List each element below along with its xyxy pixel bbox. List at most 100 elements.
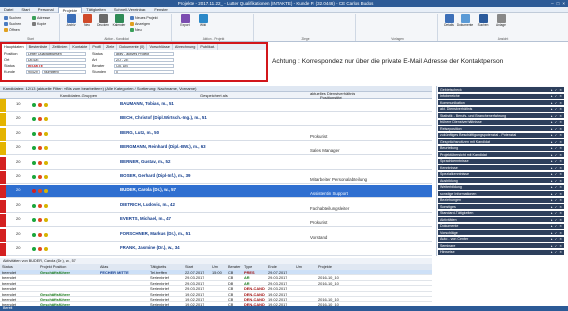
table-row[interactable]: 20 FORSCHNER, Markus (Dr.), m., 51 Vorstan… — [0, 228, 432, 242]
expand-icon[interactable]: ▸ — [551, 179, 553, 183]
check-icon[interactable]: ✓ — [555, 179, 558, 183]
check-icon[interactable]: ✓ — [555, 107, 558, 111]
check-icon[interactable]: ✓ — [555, 211, 558, 215]
expand-icon[interactable]: ▸ — [551, 159, 553, 163]
table-row[interactable]: 20 BERG, Lutz, m., 50 Prokurist — [0, 127, 432, 141]
table-row[interactable]: 20 BERGMANN, Reinhard (Dipl.-BW.), m., 63… — [0, 142, 432, 156]
expand-icon[interactable]: ▸ — [551, 244, 553, 248]
close-icon[interactable]: ✕ — [559, 218, 562, 222]
close-icon[interactable]: ✕ — [559, 205, 562, 209]
close-icon[interactable]: ✕ — [559, 114, 562, 118]
check-icon[interactable]: ✓ — [555, 237, 558, 241]
tab-2[interactable]: Zeitlinien — [50, 44, 71, 50]
side-item[interactable]: Beziehungen ▸ ✓ ✕ — [438, 197, 564, 204]
ribbon-show-button[interactable]: Anzeigen — [130, 21, 150, 26]
side-item[interactable]: Seminare ▸ ✓ ✕ — [438, 243, 564, 250]
maximize-icon[interactable]: □ — [557, 1, 560, 6]
tab-1[interactable]: Bestenliste — [27, 44, 51, 50]
close-icon[interactable]: ✕ — [559, 120, 562, 124]
ribbon-calendar-button[interactable]: Kalender — [112, 14, 126, 34]
check-icon[interactable]: ✓ — [555, 94, 558, 98]
close-icon[interactable]: ✕ — [559, 88, 562, 92]
expand-icon[interactable]: ▸ — [551, 250, 553, 254]
tab-8[interactable]: Abrechnung — [173, 44, 199, 50]
check-icon[interactable]: ✓ — [555, 192, 558, 196]
side-item[interactable]: frühere Dienstverhältnisse ▸ ✓ ✕ — [438, 119, 564, 126]
ribbon-search-big-button[interactable]: Suchen — [476, 14, 490, 34]
side-item[interactable]: Ausbildung ▸ ✓ ✕ — [438, 178, 564, 185]
ribbon-newproject-button[interactable]: Neues Projekt — [130, 15, 158, 20]
candidate-name[interactable]: BERGMANN, Reinhard (Dipl.-BW.), m., 63 — [120, 144, 206, 149]
ribbon-print-button[interactable]: Drucken — [96, 14, 110, 34]
close-icon[interactable]: ✕ — [559, 94, 562, 98]
close-icon[interactable]: × — [562, 1, 565, 6]
table-row[interactable]: 20 DIETRICH, Ludovic, m., 42 Fachabteilung… — [0, 199, 432, 213]
menu-item-projekte[interactable]: Projekte — [57, 6, 83, 13]
status-field[interactable]: INTAKTE — [26, 64, 86, 68]
expand-icon[interactable]: ▸ — [551, 231, 553, 235]
check-icon[interactable]: ✓ — [555, 250, 558, 254]
side-item[interactable]: Projektübersicht mit Kandidat ▸ ✓ ✕ — [438, 152, 564, 159]
close-icon[interactable]: ✕ — [559, 159, 562, 163]
expand-icon[interactable]: ▸ — [551, 205, 553, 209]
check-icon[interactable]: ✓ — [555, 88, 558, 92]
check-icon[interactable]: ✓ — [555, 185, 558, 189]
side-item[interactable]: Infobereiche ▸ ✓ ✕ — [438, 93, 564, 100]
expand-icon[interactable]: ▸ — [551, 172, 553, 176]
check-icon[interactable]: ✓ — [555, 153, 558, 157]
ort-field[interactable]: DE/DE — [26, 58, 86, 62]
minimize-icon[interactable]: – — [551, 1, 554, 6]
candidate-name[interactable]: EVERTS, Michael, m., 47 — [120, 216, 171, 221]
check-icon[interactable]: ✓ — [555, 172, 558, 176]
check-icon[interactable]: ✓ — [555, 114, 558, 118]
side-item[interactable]: Aktivitäten ▸ ✓ ✕ — [438, 217, 564, 224]
expand-icon[interactable]: ▸ — [551, 94, 553, 98]
ribbon-search2-button[interactable]: Suchen — [4, 21, 21, 26]
close-icon[interactable]: ✕ — [559, 237, 562, 241]
ribbon-new2-button[interactable]: Neu — [130, 27, 142, 32]
check-icon[interactable]: ✓ — [555, 205, 558, 209]
table-row[interactable]: 20 BUDER, Carola (Dr.), w., 57 Assistentin… — [0, 185, 432, 199]
expand-icon[interactable]: ▸ — [551, 237, 553, 241]
ribbon-archive-button[interactable]: Archiv — [64, 14, 78, 34]
side-item[interactable]: Sonstiges ▸ ✓ ✕ — [438, 204, 564, 211]
ribbon-details-button[interactable]: Details — [442, 14, 456, 34]
close-icon[interactable]: ✕ — [559, 146, 562, 150]
table-row[interactable]: 20 BERNER, Gustav, m., 52 — [0, 156, 432, 170]
r-status-field[interactable]: aktiv - aktives Projekt — [114, 52, 174, 56]
expand-icon[interactable]: ▸ — [551, 120, 553, 124]
close-icon[interactable]: ✕ — [559, 250, 562, 254]
tab-6[interactable]: Dokumente (0) — [117, 44, 148, 50]
expand-icon[interactable]: ▸ — [551, 127, 553, 131]
side-item[interactable]: Beurteilung ▸ ✓ ✕ — [438, 145, 564, 152]
close-icon[interactable]: ✕ — [559, 133, 562, 137]
ribbon-documents-button[interactable]: Dokumente — [457, 14, 473, 34]
ribbon-address-button[interactable]: Adresse — [32, 15, 50, 20]
close-icon[interactable]: ✕ — [559, 107, 562, 111]
close-icon[interactable]: ✕ — [559, 172, 562, 176]
side-item[interactable]: Spezialkenntnisse ▸ ✓ ✕ — [438, 171, 564, 178]
check-icon[interactable]: ✓ — [555, 133, 558, 137]
check-icon[interactable]: ✓ — [555, 218, 558, 222]
kunde-city-field[interactable]: Nürnberg — [42, 70, 86, 74]
menu-item-tätigkeiten[interactable]: Tätigkeiten — [82, 7, 110, 12]
kunde-zip-field[interactable]: 90429 — [26, 70, 40, 74]
close-icon[interactable]: ✕ — [559, 153, 562, 157]
close-icon[interactable]: ✕ — [559, 140, 562, 144]
side-item[interactable]: Vorschläge ▸ ✓ ✕ — [438, 230, 564, 237]
ribbon-export-button[interactable]: Export — [178, 14, 192, 34]
tab-3[interactable]: Kontakte — [70, 44, 91, 50]
side-item[interactable]: Standard-Tätigkeiten ▸ ✓ ✕ — [438, 210, 564, 217]
check-icon[interactable]: ✓ — [555, 198, 558, 202]
expand-icon[interactable]: ▸ — [551, 218, 553, 222]
expand-icon[interactable]: ▸ — [551, 140, 553, 144]
position-field[interactable]: Leiter Qualitätswesen — [26, 52, 86, 56]
close-icon[interactable]: ✕ — [559, 127, 562, 131]
expand-icon[interactable]: ▸ — [551, 88, 553, 92]
close-icon[interactable]: ✕ — [559, 224, 562, 228]
candidate-name[interactable]: DIETRICH, Ludovic, m., 42 — [120, 202, 175, 207]
candidate-name[interactable]: BUDER, Carola (Dr.), w., 57 — [120, 187, 176, 192]
tab-4[interactable]: Profil — [90, 44, 105, 50]
side-item[interactable]: Reiseposition ▸ ✓ ✕ — [438, 126, 564, 133]
candidate-name[interactable]: BERG, Lutz, m., 50 — [120, 130, 159, 135]
